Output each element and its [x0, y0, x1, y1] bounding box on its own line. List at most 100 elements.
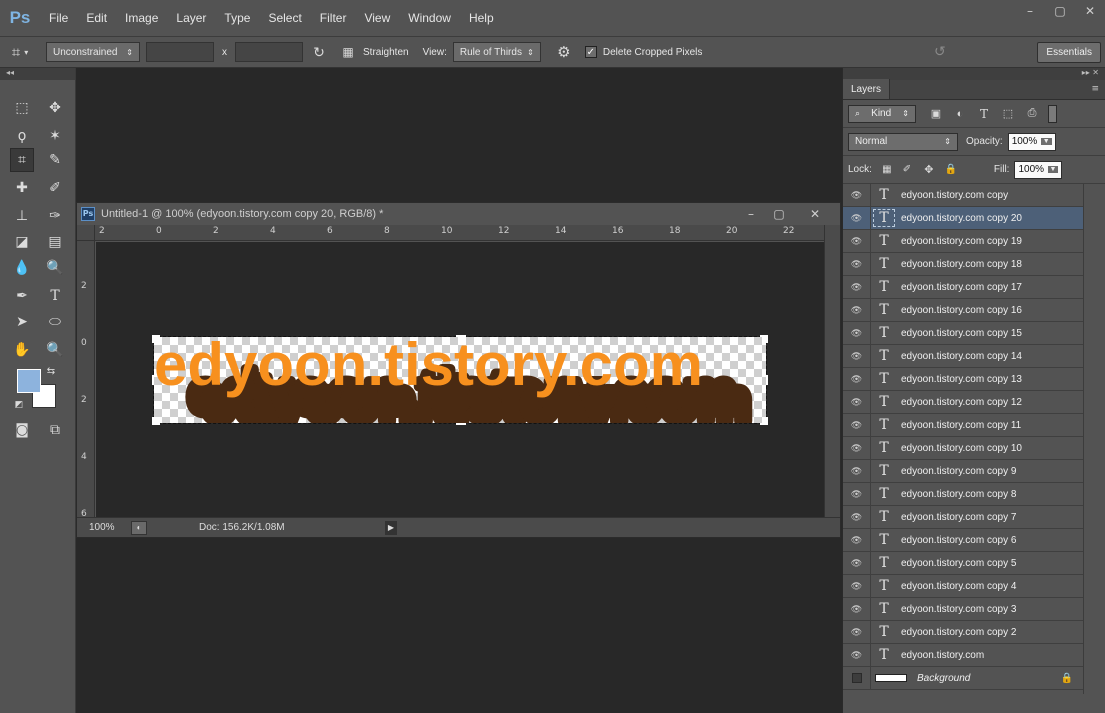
visibility-eye-icon[interactable]: 👁: [843, 505, 871, 529]
restore-button[interactable]: ▢: [1045, 0, 1075, 22]
crop-handle-left[interactable]: [152, 375, 160, 385]
visibility-eye-icon[interactable]: 👁: [843, 252, 871, 276]
menu-filter[interactable]: Filter: [311, 11, 356, 25]
layer-row[interactable]: 👁 Tedyoon.tistory.com copy 3: [843, 597, 1083, 621]
view-overlay-dropdown[interactable]: Rule of Thirds ⇕: [452, 42, 541, 62]
crop-handle-bottom-right[interactable]: [760, 417, 768, 425]
delete-cropped-checkbox[interactable]: ✓: [584, 46, 597, 58]
layer-row[interactable]: 👁 Tedyoon.tistory.com copy 12: [843, 390, 1083, 414]
layer-row[interactable]: 👁 Tedyoon.tistory.com copy 6: [843, 528, 1083, 552]
layer-row[interactable]: 👁 Tedyoon.tistory.com copy 4: [843, 574, 1083, 598]
menu-help[interactable]: Help: [460, 11, 503, 25]
layer-row[interactable]: 👁 Tedyoon.tistory.com copy 2: [843, 620, 1083, 644]
close-button[interactable]: ✕: [1075, 0, 1105, 22]
visibility-eye-icon[interactable]: 👁: [843, 183, 871, 207]
opacity-field[interactable]: 100% ▼: [1007, 132, 1056, 151]
doc-close-button[interactable]: ✕: [802, 203, 828, 224]
visibility-eye-icon[interactable]: 👁: [843, 206, 871, 230]
doc-restore-button[interactable]: ▢: [766, 203, 792, 224]
visibility-eye-icon[interactable]: 👁: [843, 344, 871, 368]
pixel-filter-icon[interactable]: ▣: [924, 107, 948, 120]
lock-all-icon[interactable]: 🔒: [940, 164, 962, 175]
layer-row[interactable]: 👁 Tedyoon.tistory.com copy 18: [843, 252, 1083, 276]
crop-handle-top-left[interactable]: [152, 335, 160, 343]
crop-handle-right[interactable]: [760, 375, 768, 385]
reset-icon[interactable]: ↺: [934, 43, 946, 60]
canvas-area[interactable]: edyoon.tistory.com edyoon.tistory.com ed…: [96, 242, 825, 517]
type-filter-icon[interactable]: T: [972, 107, 996, 121]
lock-transparent-icon[interactable]: ▦: [878, 164, 896, 175]
blend-mode-dropdown[interactable]: Normal ⇕: [848, 132, 958, 151]
quick-mask-icon[interactable]: ◙: [10, 418, 34, 442]
smart-object-filter-icon[interactable]: ⎙: [1020, 107, 1044, 120]
move-tool[interactable]: ✥: [43, 96, 67, 120]
visibility-eye-icon[interactable]: 👁: [843, 367, 871, 391]
chevron-down-icon[interactable]: ▼: [1040, 138, 1052, 145]
swap-colors-icon[interactable]: ⇆: [44, 364, 58, 378]
clone-stamp-tool[interactable]: ⊥: [10, 204, 34, 228]
foreground-color-swatch[interactable]: [17, 369, 41, 393]
aspect-ratio-dropdown[interactable]: Unconstrained ⇕: [46, 42, 140, 62]
layer-row[interactable]: 👁 Tedyoon.tistory.com copy 10: [843, 436, 1083, 460]
menu-edit[interactable]: Edit: [77, 11, 116, 25]
menu-select[interactable]: Select: [259, 11, 310, 25]
tab-layers[interactable]: Layers: [843, 79, 891, 99]
status-menu-icon[interactable]: ◐: [131, 520, 147, 535]
visibility-eye-icon[interactable]: 👁: [843, 275, 871, 299]
layer-row[interactable]: 👁 Tedyoon.tistory.com copy 16: [843, 298, 1083, 322]
menu-image[interactable]: Image: [116, 11, 167, 25]
straighten-icon[interactable]: ▦: [337, 45, 359, 59]
chevron-down-icon[interactable]: ▼: [1047, 166, 1059, 173]
straighten-label[interactable]: Straighten: [363, 47, 409, 58]
screen-mode-icon[interactable]: ⧉: [43, 418, 67, 442]
lasso-tool[interactable]: ϙ: [10, 124, 34, 148]
layer-row[interactable]: 👁 Tedyoon.tistory.com copy 20: [843, 206, 1083, 230]
status-expand-icon[interactable]: ▶: [385, 520, 397, 535]
minimize-button[interactable]: –: [1015, 0, 1045, 22]
vertical-ruler[interactable]: 20246: [77, 241, 95, 519]
blur-tool[interactable]: 💧: [10, 256, 34, 280]
filter-toggle-icon[interactable]: [1048, 104, 1057, 123]
visibility-eye-icon[interactable]: 👁: [843, 528, 871, 552]
history-brush-tool[interactable]: ✑: [43, 204, 67, 228]
menu-view[interactable]: View: [355, 11, 399, 25]
visibility-eye-icon[interactable]: 👁: [843, 459, 871, 483]
healing-brush-tool[interactable]: ✚: [10, 176, 34, 200]
layer-row[interactable]: 👁 Tedyoon.tistory.com: [843, 643, 1083, 667]
layer-row[interactable]: 👁 Tedyoon.tistory.com copy 14: [843, 344, 1083, 368]
layer-row[interactable]: 👁 Tedyoon.tistory.com copy 11: [843, 413, 1083, 437]
marquee-tool[interactable]: ⬚: [10, 96, 34, 120]
dodge-tool[interactable]: 🔍: [43, 256, 67, 280]
menu-type[interactable]: Type: [215, 11, 259, 25]
crop-tool-preset-icon[interactable]: ⌗ ▾: [0, 37, 40, 67]
magic-wand-tool[interactable]: ✶: [43, 124, 67, 148]
visibility-eye-icon[interactable]: 👁: [843, 229, 871, 253]
menu-file[interactable]: File: [40, 11, 77, 25]
layer-row[interactable]: 👁 Tedyoon.tistory.com copy 15: [843, 321, 1083, 345]
brush-tool[interactable]: ✐: [43, 176, 67, 200]
lock-position-icon[interactable]: ✥: [918, 163, 940, 176]
adjustment-filter-icon[interactable]: ◐: [948, 108, 972, 120]
path-selection-tool[interactable]: ➤: [10, 310, 34, 334]
layer-row[interactable]: 👁 Tedyoon.tistory.com copy 17: [843, 275, 1083, 299]
visibility-toggle[interactable]: [843, 666, 871, 690]
canvas-image[interactable]: edyoon.tistory.com edyoon.tistory.com ed…: [152, 335, 768, 425]
visibility-eye-icon[interactable]: 👁: [843, 620, 871, 644]
visibility-eye-icon[interactable]: 👁: [843, 597, 871, 621]
visibility-eye-icon[interactable]: 👁: [843, 413, 871, 437]
document-title-bar[interactable]: Ps Untitled-1 @ 100% (edyoon.tistory.com…: [77, 203, 840, 224]
shape-filter-icon[interactable]: ⬚: [996, 107, 1020, 120]
vertical-scrollbar[interactable]: [824, 225, 840, 517]
layer-row[interactable]: 👁 Tedyoon.tistory.com copy 9: [843, 459, 1083, 483]
crop-tool[interactable]: ⌗: [10, 148, 34, 172]
workspace-switcher[interactable]: Essentials: [1037, 42, 1101, 63]
layer-row[interactable]: 👁 Tedyoon.tistory.com copy 19: [843, 229, 1083, 253]
width-field[interactable]: [146, 42, 214, 62]
layer-row[interactable]: 👁 Tedyoon.tistory.com copy 8: [843, 482, 1083, 506]
type-tool[interactable]: T: [43, 284, 67, 308]
zoom-tool[interactable]: 🔍: [43, 338, 67, 362]
visibility-eye-icon[interactable]: 👁: [843, 390, 871, 414]
layer-row[interactable]: 👁 Tedyoon.tistory.com copy 5: [843, 551, 1083, 575]
toolbox-collapse-icon[interactable]: ◂◂: [0, 68, 75, 80]
layer-row[interactable]: 👁 Tedyoon.tistory.com copy 7: [843, 505, 1083, 529]
